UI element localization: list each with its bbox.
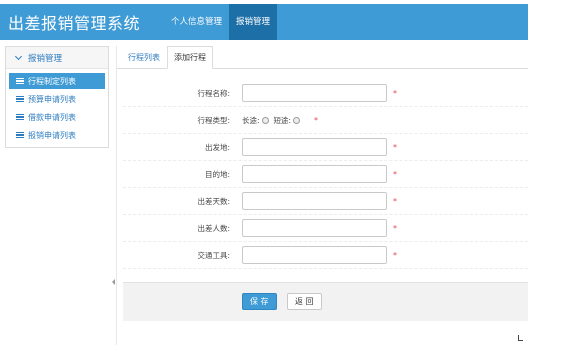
sidebar-item-label: 报销申请列表: [28, 130, 76, 140]
trip-type-label: 行程类型:: [197, 115, 230, 125]
required-mark: *: [314, 115, 318, 125]
form-row-trip-type: 行程类型: 长途: 短途: *: [123, 107, 528, 134]
transport-label: 交通工具:: [197, 250, 230, 260]
corner-mark: [518, 335, 523, 341]
required-mark: *: [393, 169, 397, 179]
destination-input[interactable]: [242, 165, 387, 183]
sidebar-section-header[interactable]: 报销管理: [6, 47, 108, 69]
form-action-bar: 保 存 返 回: [123, 282, 528, 321]
back-button[interactable]: 返 回: [287, 293, 322, 310]
list-icon: [16, 114, 24, 120]
sidebar-item-budget-list[interactable]: 预算申请列表: [9, 91, 105, 107]
departure-input[interactable]: [242, 138, 387, 156]
required-mark: *: [393, 223, 397, 233]
sidebar-item-label: 预算申请列表: [28, 94, 76, 104]
sidebar-item-label: 借款申请列表: [28, 112, 76, 122]
form-row-departure: 出发地: *: [123, 134, 528, 161]
long-trip-radio[interactable]: [261, 116, 269, 124]
departure-label: 出发地:: [204, 142, 230, 152]
top-nav: 个人信息管理 报销管理: [164, 4, 278, 40]
sidebar-list: 行程制定列表 预算申请列表 借款申请列表 报销申请列表: [6, 69, 108, 143]
long-trip-label: 长途:: [242, 115, 260, 125]
collapse-sidebar-icon[interactable]: [112, 279, 115, 285]
form-row-destination: 目的地: *: [123, 161, 528, 188]
required-mark: *: [393, 88, 397, 98]
trip-type-radio-group: 长途: 短途:: [242, 115, 305, 126]
days-input[interactable]: [242, 192, 387, 210]
tab-add-trip[interactable]: 添加行程: [167, 46, 213, 69]
sidebar: 报销管理 行程制定列表 预算申请列表 借款申请列表 报销申请列表: [5, 46, 109, 148]
sidebar-item-reimbursement-list[interactable]: 报销申请列表: [9, 127, 105, 143]
sidebar-item-trip-plan-list[interactable]: 行程制定列表: [9, 73, 105, 89]
sidebar-section-title: 报销管理: [28, 53, 63, 64]
required-mark: *: [393, 250, 397, 260]
nav-reimbursement[interactable]: 报销管理: [229, 4, 278, 40]
save-button[interactable]: 保 存: [242, 293, 277, 310]
top-navbar: 出差报销管理系统 个人信息管理 报销管理: [0, 4, 528, 40]
people-input[interactable]: [242, 219, 387, 237]
destination-label: 目的地:: [204, 169, 230, 179]
form-row-people: 出差人数: *: [123, 215, 528, 242]
sidebar-item-label: 行程制定列表: [28, 76, 76, 86]
required-mark: *: [393, 142, 397, 152]
transport-input[interactable]: [242, 246, 387, 264]
content-divider: [116, 46, 117, 345]
nav-personal-info[interactable]: 个人信息管理: [164, 4, 229, 40]
short-trip-label: 短途:: [273, 115, 292, 125]
tab-trip-list[interactable]: 行程列表: [121, 46, 167, 69]
sidebar-item-loan-list[interactable]: 借款申请列表: [9, 109, 105, 125]
form-row-days: 出差天数: *: [123, 188, 528, 215]
required-mark: *: [393, 196, 397, 206]
trip-name-label: 行程名称:: [197, 88, 230, 98]
days-label: 出差天数:: [197, 196, 230, 206]
add-trip-form: 行程名称: * 行程类型: 长途: 短途: * 出发地: * 目的地: * 出差…: [123, 80, 528, 269]
tab-bar: 行程列表 添加行程: [117, 46, 528, 69]
people-label: 出差人数:: [197, 223, 230, 233]
list-icon: [16, 96, 24, 102]
trip-name-input[interactable]: [242, 84, 387, 102]
short-trip-radio[interactable]: [293, 116, 301, 124]
list-icon: [16, 78, 24, 84]
app-title: 出差报销管理系统: [8, 14, 141, 33]
form-row-transport: 交通工具: *: [123, 242, 528, 269]
chevron-down-icon: [14, 52, 23, 60]
list-icon: [16, 132, 24, 138]
form-row-trip-name: 行程名称: *: [123, 80, 528, 107]
